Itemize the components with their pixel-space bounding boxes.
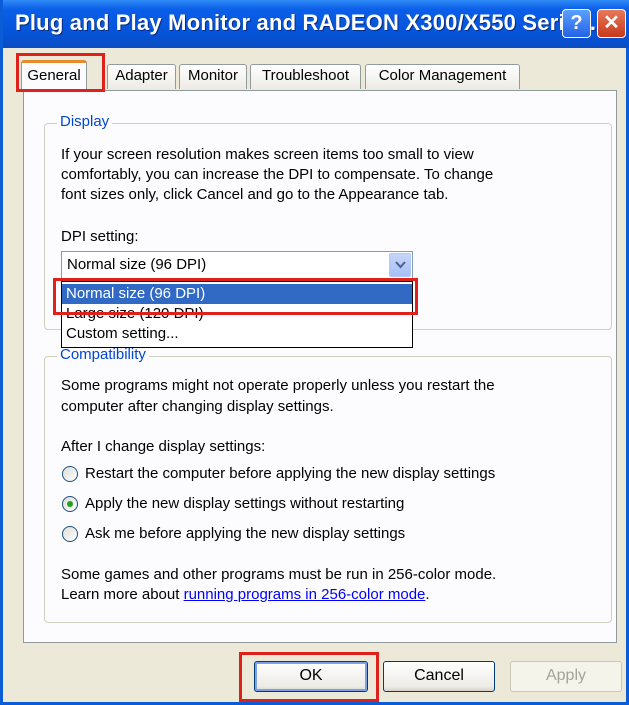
dpi-setting-combobox[interactable]: Normal size (96 DPI) — [61, 251, 413, 279]
help-button[interactable]: ? — [562, 9, 591, 38]
close-icon: ✕ — [603, 12, 620, 34]
tab-color-management[interactable]: Color Management — [365, 64, 520, 89]
ok-button[interactable]: OK — [254, 661, 368, 692]
radio-ask-me-label[interactable]: Ask me before applying the new display s… — [85, 524, 405, 544]
dpi-option-large[interactable]: Large size (120 DPI) — [62, 304, 412, 324]
color-mode-help-link[interactable]: running programs in 256-color mode — [184, 586, 426, 603]
general-tab-panel: Display If your screen resolution makes … — [23, 90, 617, 643]
window-title: Plug and Play Monitor and RADEON X300/X5… — [15, 10, 597, 35]
radio-apply-without-restart-label[interactable]: Apply the new display settings without r… — [85, 494, 404, 514]
learn-more-suffix: . — [425, 586, 430, 603]
radio-apply-without-restart[interactable] — [62, 496, 78, 512]
after-change-label: After I change display settings: — [61, 438, 266, 455]
help-icon: ? — [570, 12, 583, 34]
dropdown-button[interactable] — [389, 253, 411, 277]
tab-monitor[interactable]: Monitor — [179, 64, 247, 89]
cancel-button[interactable]: Cancel — [383, 661, 495, 692]
properties-dialog: Plug and Play Monitor and RADEON X300/X5… — [0, 0, 629, 705]
radio-ask-me[interactable] — [62, 526, 78, 542]
dpi-setting-label: DPI setting: — [61, 228, 139, 245]
apply-button[interactable]: Apply — [510, 661, 622, 692]
tab-troubleshoot[interactable]: Troubleshoot — [250, 64, 361, 89]
chevron-down-icon — [395, 261, 406, 269]
radio-restart[interactable] — [62, 466, 78, 482]
dpi-option-custom[interactable]: Custom setting... — [62, 324, 412, 344]
learn-more-prefix: Learn more about — [61, 586, 184, 603]
tab-adapter[interactable]: Adapter — [107, 64, 176, 89]
radio-restart-label[interactable]: Restart the computer before applying the… — [85, 464, 495, 484]
close-button[interactable]: ✕ — [597, 9, 626, 38]
dpi-selected-value: Normal size (96 DPI) — [67, 256, 207, 273]
compat-description-line-1: Some programs might not operate properly… — [61, 377, 495, 394]
radio-checked-dot — [67, 501, 73, 507]
learn-more-line: Learn more about running programs in 256… — [61, 585, 430, 605]
title-bar[interactable]: Plug and Play Monitor and RADEON X300/X5… — [3, 0, 629, 48]
display-description-line-1: If your screen resolution makes screen i… — [61, 146, 474, 163]
compat-description-line-2: computer after changing display settings… — [61, 398, 334, 415]
tab-general[interactable]: General — [21, 60, 87, 91]
compatibility-group-legend: Compatibility — [57, 346, 149, 363]
dpi-dropdown-list: Normal size (96 DPI) Large size (120 DPI… — [61, 281, 413, 348]
display-description-line-3: font sizes only, click Cancel and go to … — [61, 186, 449, 203]
dpi-option-normal[interactable]: Normal size (96 DPI) — [62, 284, 412, 304]
display-group-legend: Display — [57, 113, 113, 130]
color-mode-note: Some games and other programs must be ru… — [61, 566, 497, 583]
display-description-line-2: comfortably, you can increase the DPI to… — [61, 166, 494, 183]
